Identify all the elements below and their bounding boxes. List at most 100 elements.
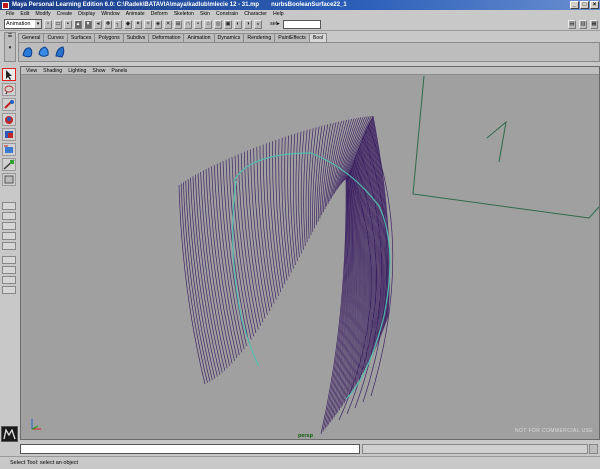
snap-curve-icon[interactable]: ∩ bbox=[184, 19, 192, 29]
layout-graph-editor-icon[interactable] bbox=[2, 286, 16, 294]
select-object-icon[interactable]: ▾ bbox=[84, 19, 92, 29]
script-editor-button[interactable] bbox=[589, 444, 598, 454]
menu-skin[interactable]: Skin bbox=[197, 11, 213, 17]
mask-dynamics-icon[interactable]: ✧ bbox=[144, 19, 152, 29]
main-menu-bar: File Edit Modify Create Display Window A… bbox=[0, 10, 600, 18]
snap-view-plane-icon[interactable]: ⌂ bbox=[204, 19, 212, 29]
menu-set-dropdown[interactable]: Animation ▾ bbox=[4, 19, 42, 29]
history-icon[interactable]: ▣ bbox=[224, 19, 232, 29]
watermark-text: NOT FOR COMMERCIAL USE bbox=[515, 428, 593, 434]
mask-curves-icon[interactable]: ┐ bbox=[114, 19, 122, 29]
panel-menu-lighting[interactable]: Lighting bbox=[65, 68, 89, 74]
shelf-menu-button[interactable]: ☰ ▾ bbox=[4, 32, 16, 62]
rotate-tool-icon[interactable] bbox=[2, 113, 16, 126]
window-title-extra: nurbsBooleanSurface22_1 bbox=[271, 2, 347, 8]
menu-skeleton[interactable]: Skeleton bbox=[171, 11, 197, 17]
shelf-tab-deformation[interactable]: Deformation bbox=[148, 33, 185, 42]
layout-persp-graph-icon[interactable] bbox=[2, 232, 16, 240]
shelf-tab-subdivs[interactable]: Subdivs bbox=[122, 33, 150, 42]
layout-hypergraph-icon[interactable] bbox=[2, 242, 16, 250]
menu-animate[interactable]: Animate bbox=[123, 11, 148, 17]
save-scene-icon[interactable]: ▪ bbox=[64, 19, 72, 29]
move-tool-icon[interactable] bbox=[2, 98, 16, 111]
new-scene-icon[interactable]: ▫ bbox=[44, 19, 52, 29]
shelf-tab-general[interactable]: General bbox=[18, 33, 45, 42]
menu-modify[interactable]: Modify bbox=[32, 11, 53, 17]
layout-persp-icon[interactable] bbox=[2, 256, 16, 264]
panel-menu-view[interactable]: View bbox=[23, 68, 40, 74]
panel-menu-show[interactable]: Show bbox=[89, 68, 108, 74]
shelf-tab-animation[interactable]: Animation bbox=[183, 33, 215, 42]
panel-menu-shading[interactable]: Shading bbox=[40, 68, 65, 74]
last-tool-icon[interactable] bbox=[2, 173, 16, 186]
menu-window[interactable]: Window bbox=[98, 11, 122, 17]
selection-label: sel▸ bbox=[270, 21, 280, 27]
help-line: Select Tool: select an object bbox=[0, 456, 600, 469]
layout-four-icon[interactable] bbox=[2, 212, 16, 220]
scale-tool-icon[interactable] bbox=[2, 128, 16, 141]
shelf-tab-polygons[interactable]: Polygons bbox=[94, 33, 124, 42]
nurbs-surface-wireframe[interactable] bbox=[178, 115, 394, 435]
select-hierarchy-icon[interactable]: ▴ bbox=[74, 19, 82, 29]
isoparm-line bbox=[250, 149, 268, 315]
menu-create[interactable]: Create bbox=[54, 11, 76, 17]
mask-misc-icon[interactable]: ✕ bbox=[164, 19, 172, 29]
menu-help[interactable]: Help bbox=[270, 11, 287, 17]
shelf-tab-painteffects[interactable]: PaintEffects bbox=[274, 33, 310, 42]
scene-view[interactable] bbox=[21, 75, 599, 439]
universal-manipulator-icon[interactable] bbox=[2, 143, 16, 156]
mel-command-input[interactable] bbox=[20, 444, 360, 454]
layout-render-icon[interactable] bbox=[2, 266, 16, 274]
shelf-tab-dynamics[interactable]: Dynamics bbox=[213, 33, 245, 42]
menu-character[interactable]: Character bbox=[241, 11, 270, 17]
menu-file[interactable]: File bbox=[3, 11, 17, 17]
ipr-render-icon[interactable]: ◑ bbox=[244, 19, 252, 29]
boolean-union-icon[interactable] bbox=[21, 45, 35, 59]
layout-outliner-icon[interactable] bbox=[2, 276, 16, 284]
boolean-intersect-icon[interactable] bbox=[53, 45, 67, 59]
maximize-button[interactable]: □ bbox=[580, 1, 589, 9]
shelf-tab-bool[interactable]: Bool bbox=[308, 33, 328, 42]
menu-deform[interactable]: Deform bbox=[148, 11, 171, 17]
maya-app-icon[interactable] bbox=[2, 1, 9, 9]
channel-box-icon[interactable]: ▦ bbox=[590, 20, 598, 29]
select-component-icon[interactable]: ◂ bbox=[94, 19, 102, 29]
command-line bbox=[20, 444, 598, 454]
close-button[interactable]: × bbox=[590, 1, 599, 9]
open-scene-icon[interactable]: ▭ bbox=[54, 19, 62, 29]
lasso-tool-icon[interactable] bbox=[2, 83, 16, 96]
make-live-icon[interactable]: ◎ bbox=[214, 19, 222, 29]
shelf-tab-surfaces[interactable]: Surfaces bbox=[66, 33, 96, 42]
isoparm-line bbox=[200, 171, 228, 369]
camera-name-label: persp bbox=[298, 433, 313, 439]
show-manipulator-icon[interactable] bbox=[2, 158, 16, 171]
attribute-editor-icon[interactable]: ▤ bbox=[568, 20, 576, 29]
toolbox bbox=[0, 66, 18, 426]
chevron-down-icon: ▾ bbox=[35, 20, 41, 28]
layout-single-icon[interactable] bbox=[2, 202, 16, 210]
tool-settings-icon[interactable]: ▥ bbox=[579, 20, 587, 29]
menu-edit[interactable]: Edit bbox=[17, 11, 32, 17]
mask-deform-icon[interactable]: ✦ bbox=[134, 19, 142, 29]
title-bar: Maya Personal Learning Edition 6.0: C:\R… bbox=[0, 0, 600, 10]
selection-input[interactable] bbox=[282, 19, 321, 29]
menu-display[interactable]: Display bbox=[75, 11, 98, 17]
mask-joints-icon[interactable]: ✚ bbox=[104, 19, 112, 29]
shelf-tab-rendering[interactable]: Rendering bbox=[243, 33, 276, 42]
select-tool-icon[interactable] bbox=[2, 68, 16, 81]
mask-render-icon[interactable]: ◈ bbox=[154, 19, 162, 29]
render-globals-icon[interactable]: ◒ bbox=[254, 19, 262, 29]
menu-constrain[interactable]: Constrain bbox=[213, 11, 241, 17]
panel-menu-bar: View Shading Lighting Show Panels bbox=[21, 67, 599, 75]
layout-persp-outliner-icon[interactable] bbox=[2, 222, 16, 230]
shelf-tab-curves[interactable]: Curves bbox=[43, 33, 68, 42]
snap-point-icon[interactable]: • bbox=[194, 19, 202, 29]
render-icon[interactable]: ◐ bbox=[234, 19, 242, 29]
snap-grid-icon[interactable]: ⊞ bbox=[174, 19, 182, 29]
boolean-subtract-icon[interactable] bbox=[37, 45, 51, 59]
perspective-viewport[interactable]: View Shading Lighting Show Panels persp … bbox=[20, 66, 600, 440]
panel-menu-panels[interactable]: Panels bbox=[108, 68, 130, 74]
mask-surfaces-icon[interactable]: ◆ bbox=[124, 19, 132, 29]
isoparm-line bbox=[305, 129, 311, 243]
minimize-button[interactable]: _ bbox=[570, 1, 579, 9]
